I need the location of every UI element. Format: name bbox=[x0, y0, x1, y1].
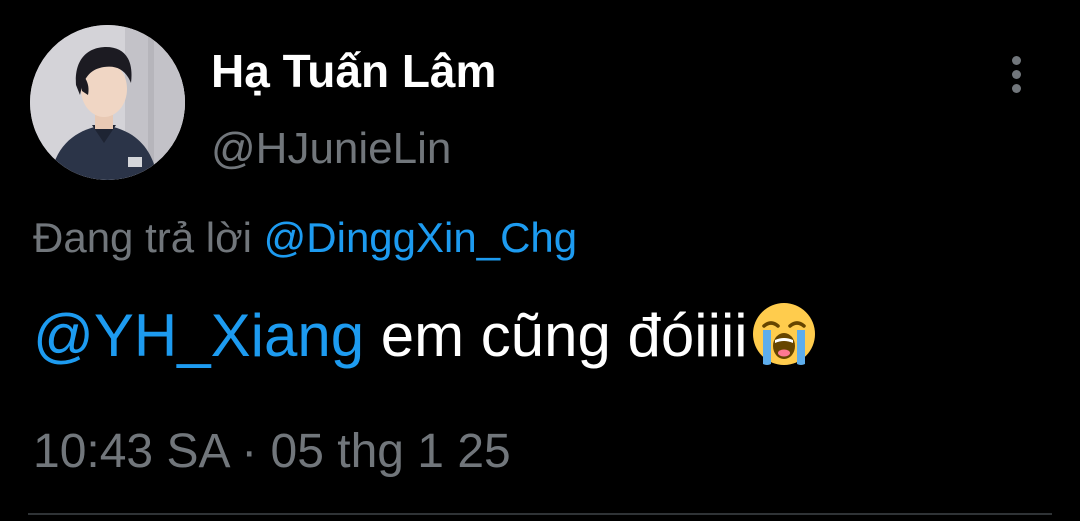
more-vertical-icon bbox=[1012, 56, 1021, 65]
avatar-image bbox=[30, 25, 185, 180]
tweet-date: 05 thg 1 25 bbox=[270, 425, 511, 478]
more-options-button[interactable] bbox=[1000, 52, 1034, 98]
author-display-name[interactable]: Hạ Tuấn Lâm bbox=[211, 44, 496, 98]
tweet-card: Hạ Tuấn Lâm @HJunieLin Đang trả lời @Din… bbox=[0, 0, 1080, 521]
tweet-timestamp[interactable]: 10:43 SA · 05 thg 1 25 bbox=[33, 424, 511, 479]
more-vertical-icon-dot bbox=[1012, 70, 1021, 79]
avatar[interactable] bbox=[30, 25, 185, 180]
tweet-body-text: em cũng đóiiii bbox=[364, 302, 748, 369]
replying-to-label: Đang trả lời bbox=[33, 214, 252, 261]
divider bbox=[28, 513, 1052, 515]
more-vertical-icon-dot bbox=[1012, 84, 1021, 93]
meta-separator: · bbox=[241, 425, 258, 478]
replying-to: Đang trả lời @DinggXin_Chg bbox=[33, 214, 577, 262]
tweet-mention[interactable]: @YH_Xiang bbox=[33, 302, 364, 369]
loudly-crying-face-icon bbox=[750, 300, 818, 368]
tweet-text: @YH_Xiang em cũng đóiiii bbox=[33, 300, 818, 370]
replying-to-mention[interactable]: @DinggXin_Chg bbox=[264, 214, 577, 261]
author-handle[interactable]: @HJunieLin bbox=[211, 124, 451, 174]
tweet-time: 10:43 SA bbox=[33, 425, 228, 478]
